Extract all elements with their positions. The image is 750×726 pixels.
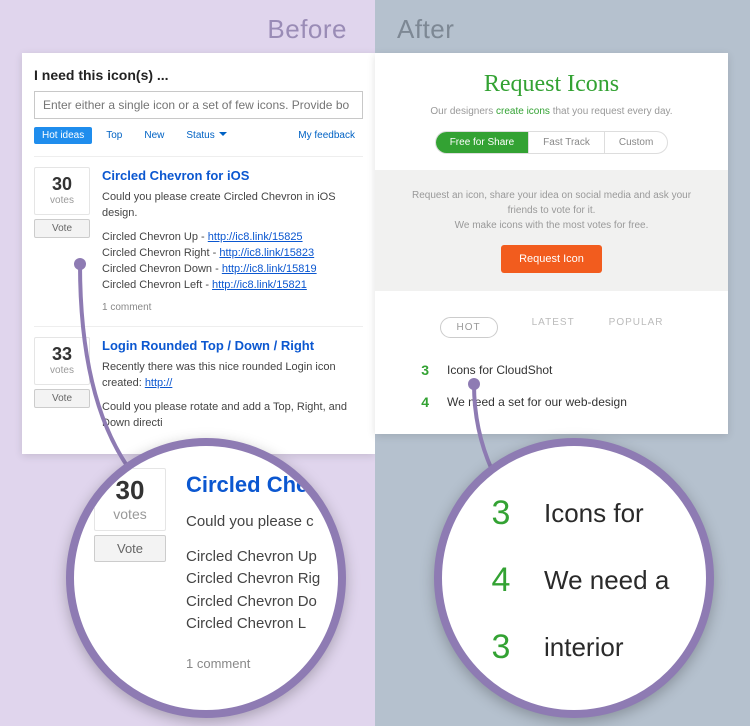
- idea-row: 33 votes Vote Login Rounded Top / Down /…: [34, 326, 363, 442]
- request-text: We need a: [544, 565, 669, 596]
- idea-body: Circled Che Could you please c Circled C…: [186, 468, 320, 673]
- idea-comment[interactable]: 1 comment: [186, 654, 320, 674]
- request-row[interactable]: 3 interior: [486, 614, 706, 681]
- idea-link[interactable]: http://: [145, 377, 173, 389]
- vote-label: votes: [39, 365, 85, 376]
- grey-info-band: Request an icon, share your idea on soci…: [375, 170, 728, 291]
- request-num: 4: [415, 394, 429, 410]
- segtab-free[interactable]: Free for Share: [436, 132, 528, 153]
- vote-button[interactable]: Vote: [34, 219, 90, 238]
- leader-dot-before: [74, 258, 86, 270]
- idea-title[interactable]: Login Rounded Top / Down / Right: [102, 337, 363, 356]
- tab-hot-ideas[interactable]: Hot ideas: [34, 127, 92, 144]
- idea-line: Circled Chevron L: [186, 613, 320, 636]
- idea-link[interactable]: http://ic8.link/15819: [222, 263, 317, 275]
- sorttab-latest[interactable]: LATEST: [532, 317, 575, 338]
- request-num: 3: [415, 362, 429, 378]
- idea-line: Circled Chevron Down - http://ic8.link/1…: [102, 262, 363, 278]
- idea-link[interactable]: http://ic8.link/15823: [219, 247, 314, 259]
- grey-line-2: We make icons with the most votes for fr…: [399, 218, 704, 233]
- request-text: Icons for: [544, 498, 644, 529]
- vote-number: 30: [99, 475, 161, 506]
- segment-tabs: Free for Share Fast Track Custom: [435, 131, 669, 154]
- idea-line: Circled Chevron Rig: [186, 568, 320, 591]
- vote-button[interactable]: Vote: [34, 389, 90, 408]
- before-card: I need this icon(s) ... Hot ideas Top Ne…: [22, 53, 375, 454]
- grey-line-1: Request an icon, share your idea on soci…: [399, 188, 704, 218]
- after-subtitle: Our designers create icons that you requ…: [375, 106, 728, 117]
- magnifier-before: 30 votes Vote Circled Che Could you plea…: [66, 438, 346, 718]
- request-list: 3 Icons for CloudShot 4 We need a set fo…: [375, 354, 728, 418]
- vote-count: 30 votes: [94, 468, 166, 531]
- leader-dot-after: [468, 378, 480, 390]
- after-title: Request Icons: [375, 53, 728, 106]
- request-row[interactable]: 4 We need a: [486, 547, 706, 614]
- idea-link[interactable]: http://ic8.link/15821: [212, 279, 307, 291]
- idea-body: Circled Chevron for iOS Could you please…: [102, 167, 363, 316]
- after-card: Request Icons Our designers create icons…: [375, 53, 728, 434]
- create-icons-link[interactable]: create icons: [496, 106, 550, 117]
- idea-link[interactable]: http://ic8.link/15825: [208, 231, 303, 243]
- vote-number: 33: [39, 344, 85, 365]
- sorttab-popular[interactable]: POPULAR: [609, 317, 664, 338]
- idea-description: Could you please create Circled Chevron …: [102, 190, 363, 222]
- tab-status[interactable]: Status: [178, 127, 234, 144]
- idea-title[interactable]: Circled Che: [186, 468, 320, 501]
- idea-line: Circled Chevron Up: [186, 546, 320, 569]
- request-num: 4: [486, 561, 516, 600]
- request-row[interactable]: 3 Icons for CloudShot: [415, 354, 716, 386]
- tab-new[interactable]: New: [136, 127, 172, 144]
- request-row[interactable]: 4 We need a set for our web-design: [415, 386, 716, 418]
- tab-my-feedback[interactable]: My feedback: [290, 127, 363, 144]
- request-num: 3: [486, 494, 516, 533]
- request-icon-button[interactable]: Request Icon: [501, 245, 602, 273]
- sort-tabs: HOT LATEST POPULAR: [375, 317, 728, 338]
- request-num: 3: [486, 628, 516, 667]
- idea-description: Recently there was this nice rounded Log…: [102, 360, 363, 392]
- before-label: Before: [0, 0, 375, 53]
- vote-count: 30 votes: [34, 167, 90, 215]
- idea-line: Circled Chevron Left - http://ic8.link/1…: [102, 278, 363, 294]
- magnifier-after-content: 3 Icons for 4 We need a 3 interior: [442, 446, 706, 681]
- search-input[interactable]: [34, 91, 363, 119]
- vote-label: votes: [99, 506, 161, 522]
- request-text: interior: [544, 632, 623, 663]
- segtab-fast[interactable]: Fast Track: [528, 132, 604, 153]
- sorttab-hot[interactable]: HOT: [440, 317, 498, 338]
- segtab-custom[interactable]: Custom: [604, 132, 667, 153]
- idea-comment[interactable]: 1 comment: [102, 301, 363, 316]
- idea-description: Could you please c: [186, 511, 320, 534]
- vote-box: 33 votes Vote: [34, 337, 90, 432]
- idea-body: Login Rounded Top / Down / Right Recentl…: [102, 337, 363, 432]
- vote-box: 30 votes Vote: [34, 167, 90, 316]
- idea-row: 30 votes Vote Circled Chevron for iOS Co…: [34, 156, 363, 326]
- idea-line: Circled Chevron Do: [186, 591, 320, 614]
- idea-description-2: Could you please rotate and add a Top, R…: [102, 400, 363, 432]
- request-text: We need a set for our web-design: [447, 395, 627, 409]
- vote-count: 33 votes: [34, 337, 90, 385]
- magnifier-after: 3 Icons for 4 We need a 3 interior: [434, 438, 714, 718]
- idea-line: Circled Chevron Right - http://ic8.link/…: [102, 246, 363, 262]
- vote-box: 30 votes Vote: [94, 468, 166, 673]
- idea-line: Circled Chevron Up - http://ic8.link/158…: [102, 230, 363, 246]
- after-label: After: [375, 0, 750, 53]
- vote-label: votes: [39, 195, 85, 206]
- idea-title[interactable]: Circled Chevron for iOS: [102, 167, 363, 186]
- request-row[interactable]: 3 Icons for: [486, 480, 706, 547]
- vote-number: 30: [39, 174, 85, 195]
- magnifier-before-content: 30 votes Vote Circled Che Could you plea…: [74, 446, 338, 673]
- before-heading: I need this icon(s) ...: [34, 67, 363, 83]
- vote-button[interactable]: Vote: [94, 535, 166, 562]
- before-tabs: Hot ideas Top New Status My feedback: [34, 127, 363, 144]
- tab-top[interactable]: Top: [98, 127, 130, 144]
- request-text: Icons for CloudShot: [447, 363, 552, 377]
